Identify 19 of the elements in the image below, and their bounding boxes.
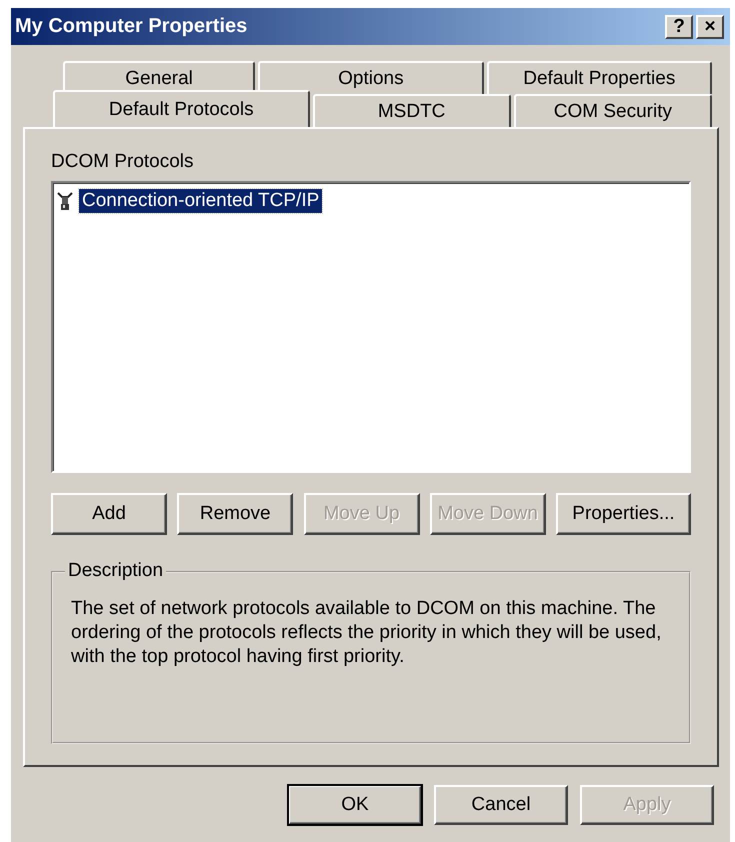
tab[interactable]: Options	[258, 61, 484, 94]
tab[interactable]: COM Security	[514, 94, 712, 127]
help-button[interactable]: ?	[665, 14, 693, 38]
plug-icon	[57, 191, 73, 211]
list-label: DCOM Protocols	[51, 151, 194, 173]
close-button[interactable]: ×	[696, 14, 724, 38]
description-text: The set of network protocols available to DCOM on this machine. The ordering of the protocols reflects the priority in which they will be used, with the top protocol having first priority.	[71, 597, 662, 669]
group-title: Description	[65, 560, 166, 582]
tab[interactable]: Default Protocols	[53, 90, 310, 127]
tab[interactable]: MSDTC	[312, 94, 511, 127]
tab[interactable]: Default Properties	[486, 61, 712, 94]
properties-button[interactable]: Properties...	[556, 493, 691, 535]
add-button[interactable]: Add	[51, 493, 167, 535]
protocol-list[interactable]: Connection-oriented TCP/IP	[51, 181, 691, 473]
cancel-button[interactable]: Cancel	[434, 785, 568, 825]
list-item[interactable]: Connection-oriented TCP/IP	[79, 189, 322, 213]
remove-button[interactable]: Remove	[177, 493, 294, 535]
window-title: My Computer Properties	[15, 15, 248, 38]
ok-button[interactable]: OK	[288, 785, 422, 825]
